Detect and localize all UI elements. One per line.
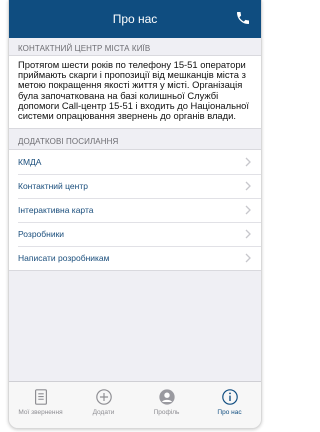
chevron-right-icon [245,181,251,191]
tab-profile[interactable]: Профіль [135,382,198,428]
tab-label: Про нас [217,409,242,416]
navigation-bar: Про нас [9,0,261,38]
app-screen: Про нас КОНТАКТНИЙ ЦЕНТР МІСТА КИЇВ Прот… [8,0,262,429]
about-text-card: Протягом шести років по телефону 15-51 о… [9,55,261,129]
chevron-right-icon [245,205,251,215]
link-developers[interactable]: Розробники [9,222,261,246]
additional-links-heading: ДОДАТКОВІ ПОСИЛАННЯ [18,137,119,146]
tab-add[interactable]: Додати [72,382,135,428]
info-icon [221,389,238,405]
profile-icon [158,389,175,405]
chevron-right-icon [245,157,251,167]
link-label: Розробники [18,229,65,239]
tab-label: Додати [92,409,115,416]
tab-my-requests[interactable]: Мої звернення [9,382,72,428]
plus-circle-icon [95,389,112,405]
link-write-developers[interactable]: Написати розробникам [9,246,261,270]
link-label: Контактний центр [18,181,88,191]
about-text: Протягом шести років по телефону 15-51 о… [18,59,249,122]
links-list: КМДА Контактний центр Інтерактивна карта… [9,149,261,271]
tab-bar: Мої звернення Додати Профіль Про нас [9,381,261,428]
link-label: Інтерактивна карта [18,205,94,215]
link-label: Написати розробникам [18,253,110,263]
link-interactive-map[interactable]: Інтерактивна карта [9,198,261,222]
link-kmda[interactable]: КМДА [9,150,261,174]
tab-label: Мої звернення [18,409,63,416]
tab-about[interactable]: Про нас [198,382,261,428]
phone-call-icon[interactable] [235,10,251,26]
tab-label: Профіль [153,409,180,416]
chevron-right-icon [245,229,251,239]
page-title: Про нас [112,12,158,26]
chevron-right-icon [245,253,251,263]
link-label: КМДА [18,157,42,167]
link-contact-center[interactable]: Контактний центр [9,174,261,198]
contact-center-heading: КОНТАКТНИЙ ЦЕНТР МІСТА КИЇВ [18,44,151,53]
document-list-icon [34,389,47,405]
